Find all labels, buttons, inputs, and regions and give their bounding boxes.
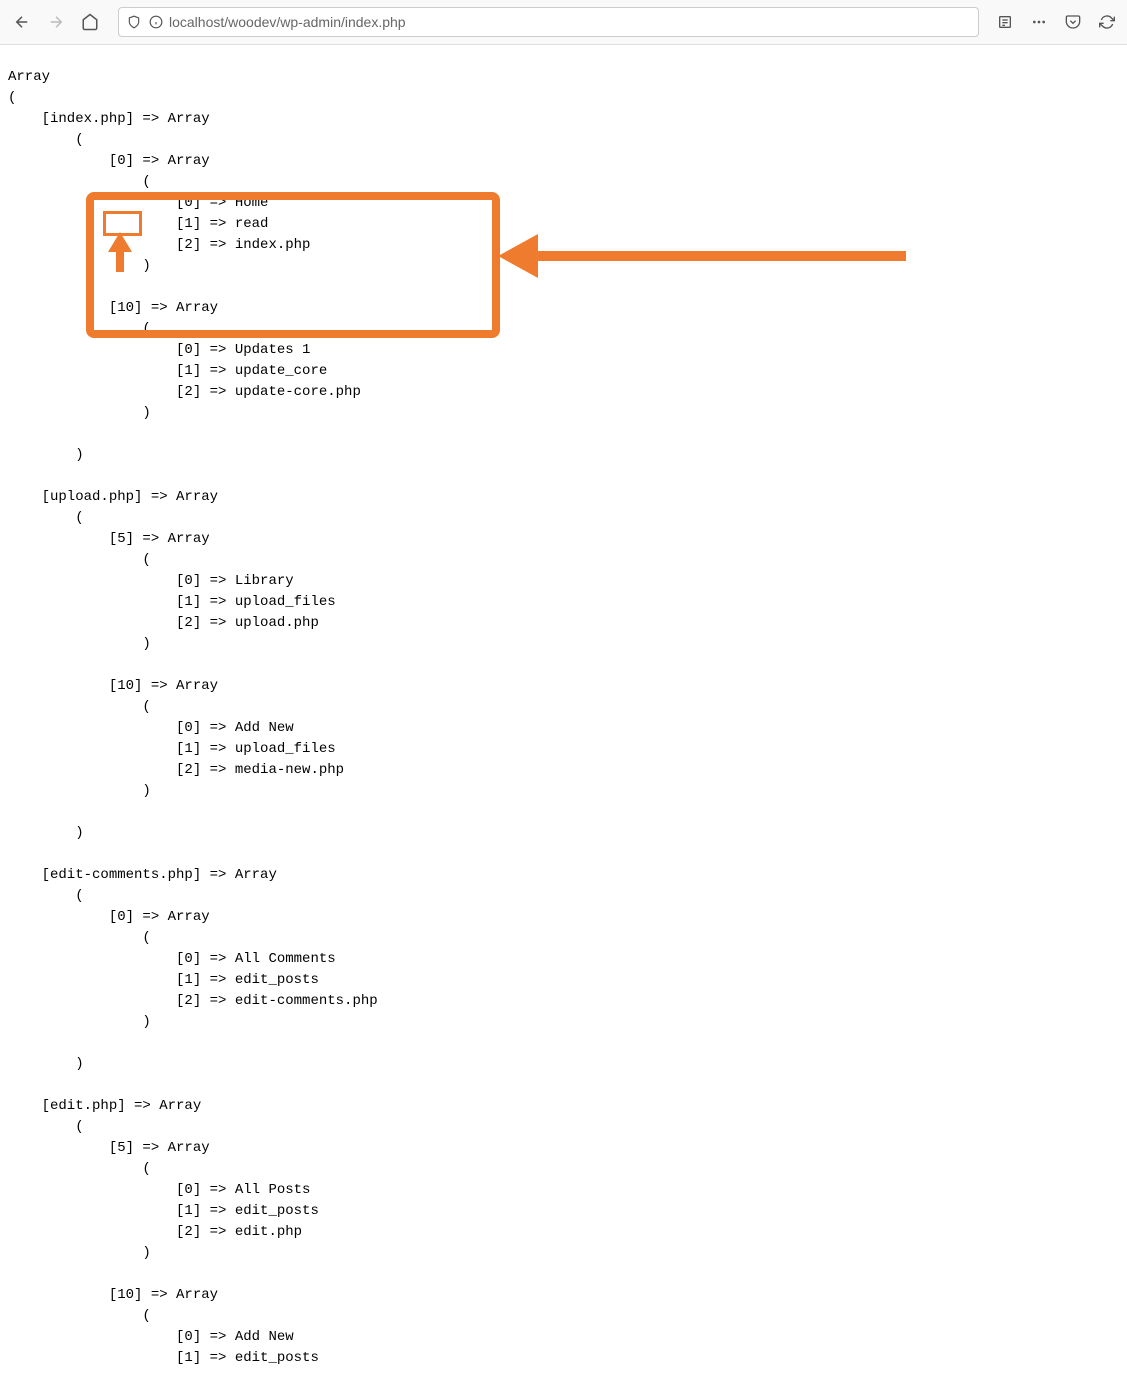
annotation-arrow-up bbox=[106, 232, 134, 280]
annotation-arrow-left bbox=[498, 234, 908, 278]
pocket-icon[interactable] bbox=[1061, 10, 1085, 34]
url-bar[interactable]: localhost/woodev/wp-admin/index.php bbox=[118, 7, 979, 37]
more-icon[interactable] bbox=[1027, 10, 1051, 34]
home-button[interactable] bbox=[76, 8, 104, 36]
back-button[interactable] bbox=[8, 8, 36, 36]
reload-button[interactable] bbox=[1095, 10, 1119, 34]
nav-buttons bbox=[8, 8, 104, 36]
forward-button[interactable] bbox=[42, 8, 70, 36]
info-icon bbox=[147, 13, 165, 31]
reader-icon[interactable] bbox=[993, 10, 1017, 34]
url-text: localhost/woodev/wp-admin/index.php bbox=[169, 12, 406, 33]
shield-icon bbox=[125, 13, 143, 31]
right-icons bbox=[993, 10, 1119, 34]
browser-toolbar: localhost/woodev/wp-admin/index.php bbox=[0, 0, 1127, 45]
